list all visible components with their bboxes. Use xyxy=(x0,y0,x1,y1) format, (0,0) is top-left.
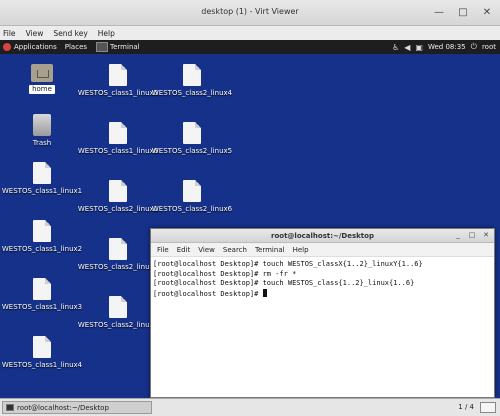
desktop-file[interactable]: WESTOS_class1_linux3 xyxy=(2,278,82,312)
desktop-file-label: WESTOS_class2_linux1 xyxy=(77,205,159,213)
bottom-taskbar: root@localhost:~/Desktop 1 / 4 xyxy=(0,398,500,416)
desktop-icon-label: home xyxy=(29,85,55,94)
terminal-minimize-button[interactable]: _ xyxy=(454,231,462,239)
panel-terminal-label: Terminal xyxy=(110,43,140,51)
screen: desktop (1) - Virt Viewer — □ ✕ File Vie… xyxy=(0,0,500,416)
desktop-file[interactable]: WESTOS_class2_linux5 xyxy=(152,122,232,156)
file-icon xyxy=(109,122,127,144)
user-menu[interactable]: root xyxy=(482,43,496,51)
terminal-menu-file[interactable]: File xyxy=(157,246,169,254)
panel-terminal-launcher[interactable]: Terminal xyxy=(96,42,140,52)
viewer-titlebar[interactable]: desktop (1) - Virt Viewer — □ ✕ xyxy=(0,0,500,26)
menu-view[interactable]: View xyxy=(26,29,44,38)
terminal-icon xyxy=(6,404,14,411)
file-icon xyxy=(109,296,127,318)
desktop-icon-trash[interactable]: Trash xyxy=(10,114,74,148)
terminal-title: root@localhost:~/Desktop xyxy=(271,232,374,240)
desktop-file-label: WESTOS_class1_linux4 xyxy=(1,361,83,369)
terminal-menu-view[interactable]: View xyxy=(198,246,215,254)
desktop-file[interactable]: WESTOS_class1_linux5 xyxy=(78,64,158,98)
desktop-icon-home[interactable]: home xyxy=(10,64,74,94)
terminal-line: [root@localhost Desktop]# rm -fr * xyxy=(153,269,297,278)
terminal-titlebar[interactable]: root@localhost:~/Desktop _ □ ✕ xyxy=(151,229,494,243)
menu-send-key[interactable]: Send key xyxy=(53,29,87,38)
accessibility-icon[interactable]: ♿ xyxy=(392,43,399,52)
file-icon xyxy=(109,238,127,260)
desktop-file-label: WESTOS_class1_linux3 xyxy=(1,303,83,311)
viewer-title: desktop (1) - Virt Viewer xyxy=(201,7,299,16)
desktop-file-label: WESTOS_class2_linux5 xyxy=(151,147,233,155)
applications-menu[interactable]: Applications xyxy=(3,43,57,51)
redhat-icon xyxy=(3,43,11,51)
desktop-file-label: WESTOS_class2_linux4 xyxy=(151,89,233,97)
terminal-icon xyxy=(96,42,109,52)
terminal-close-button[interactable]: ✕ xyxy=(482,231,490,239)
file-icon xyxy=(33,336,51,358)
file-icon xyxy=(33,220,51,242)
desktop-file-label: WESTOS_class2_linux2 xyxy=(77,263,159,271)
clock[interactable]: Wed 08:35 xyxy=(428,43,466,51)
places-menu[interactable]: Places xyxy=(65,43,87,51)
file-icon xyxy=(183,64,201,86)
applications-label: Applications xyxy=(14,43,57,51)
taskbar-terminal-item[interactable]: root@localhost:~/Desktop xyxy=(2,401,152,414)
terminal-menubar: File Edit View Search Terminal Help xyxy=(151,243,494,257)
desktop-file[interactable]: WESTOS_class1_linux1 xyxy=(2,162,82,196)
terminal-prompt: [root@localhost Desktop]# xyxy=(153,289,263,298)
terminal-cursor xyxy=(262,288,267,297)
close-button[interactable]: ✕ xyxy=(480,6,494,20)
terminal-prompt-line: [root@localhost Desktop]# xyxy=(153,288,492,300)
desktop-file[interactable]: WESTOS_class1_linux2 xyxy=(2,220,82,254)
top-panel: Applications Places Terminal ♿ ◀ ▣ Wed 0… xyxy=(0,40,500,54)
desktop-file-label: WESTOS_class2_linux6 xyxy=(151,205,233,213)
terminal-output[interactable]: [root@localhost Desktop]# touch WESTOS_c… xyxy=(151,257,494,302)
file-icon xyxy=(183,122,201,144)
home-folder-icon xyxy=(31,64,53,82)
file-icon xyxy=(183,180,201,202)
menu-help[interactable]: Help xyxy=(98,29,115,38)
desktop-file[interactable]: WESTOS_class2_linux3 xyxy=(78,296,158,330)
terminal-menu-edit[interactable]: Edit xyxy=(177,246,191,254)
desktop-file-label: WESTOS_class1_linux6 xyxy=(77,147,159,155)
file-icon xyxy=(109,64,127,86)
file-icon xyxy=(33,162,51,184)
volume-icon[interactable]: ◀ xyxy=(404,43,410,52)
maximize-button[interactable]: □ xyxy=(456,6,470,20)
workspace-indicator[interactable]: 1 / 4 xyxy=(458,403,474,411)
desktop-file-label: WESTOS_class1_linux1 xyxy=(1,187,83,195)
terminal-menu-terminal[interactable]: Terminal xyxy=(255,246,285,254)
desktop-file-label: WESTOS_class1_linux2 xyxy=(1,245,83,253)
desktop-file[interactable]: WESTOS_class2_linux6 xyxy=(152,180,232,214)
power-icon[interactable]: ⏻ xyxy=(471,42,477,52)
taskbar-item-label: root@localhost:~/Desktop xyxy=(17,403,109,412)
desktop-file-label: WESTOS_class1_linux5 xyxy=(77,89,159,97)
network-icon[interactable]: ▣ xyxy=(415,43,423,52)
desktop-icon-label: Trash xyxy=(32,139,52,147)
desktop-file-label: WESTOS_class2_linux3 xyxy=(77,321,159,329)
desktop-file[interactable]: WESTOS_class2_linux2 xyxy=(78,238,158,272)
workspace-switcher[interactable] xyxy=(480,402,496,413)
terminal-maximize-button[interactable]: □ xyxy=(468,231,476,239)
viewer-menubar: File View Send key Help xyxy=(0,26,500,40)
file-icon xyxy=(33,278,51,300)
desktop-file[interactable]: WESTOS_class2_linux4 xyxy=(152,64,232,98)
menu-file[interactable]: File xyxy=(3,29,16,38)
desktop-file[interactable]: WESTOS_class2_linux1 xyxy=(78,180,158,214)
terminal-menu-help[interactable]: Help xyxy=(293,246,309,254)
desktop-file[interactable]: WESTOS_class1_linux6 xyxy=(78,122,158,156)
terminal-line: [root@localhost Desktop]# touch WESTOS_c… xyxy=(153,279,415,287)
file-icon xyxy=(109,180,127,202)
desktop-file[interactable]: WESTOS_class1_linux4 xyxy=(2,336,82,370)
terminal-line: [root@localhost Desktop]# touch WESTOS_c… xyxy=(153,260,423,268)
terminal-window[interactable]: root@localhost:~/Desktop _ □ ✕ File Edit… xyxy=(150,228,495,398)
trash-icon xyxy=(33,114,51,136)
terminal-menu-search[interactable]: Search xyxy=(223,246,247,254)
minimize-button[interactable]: — xyxy=(432,6,446,20)
